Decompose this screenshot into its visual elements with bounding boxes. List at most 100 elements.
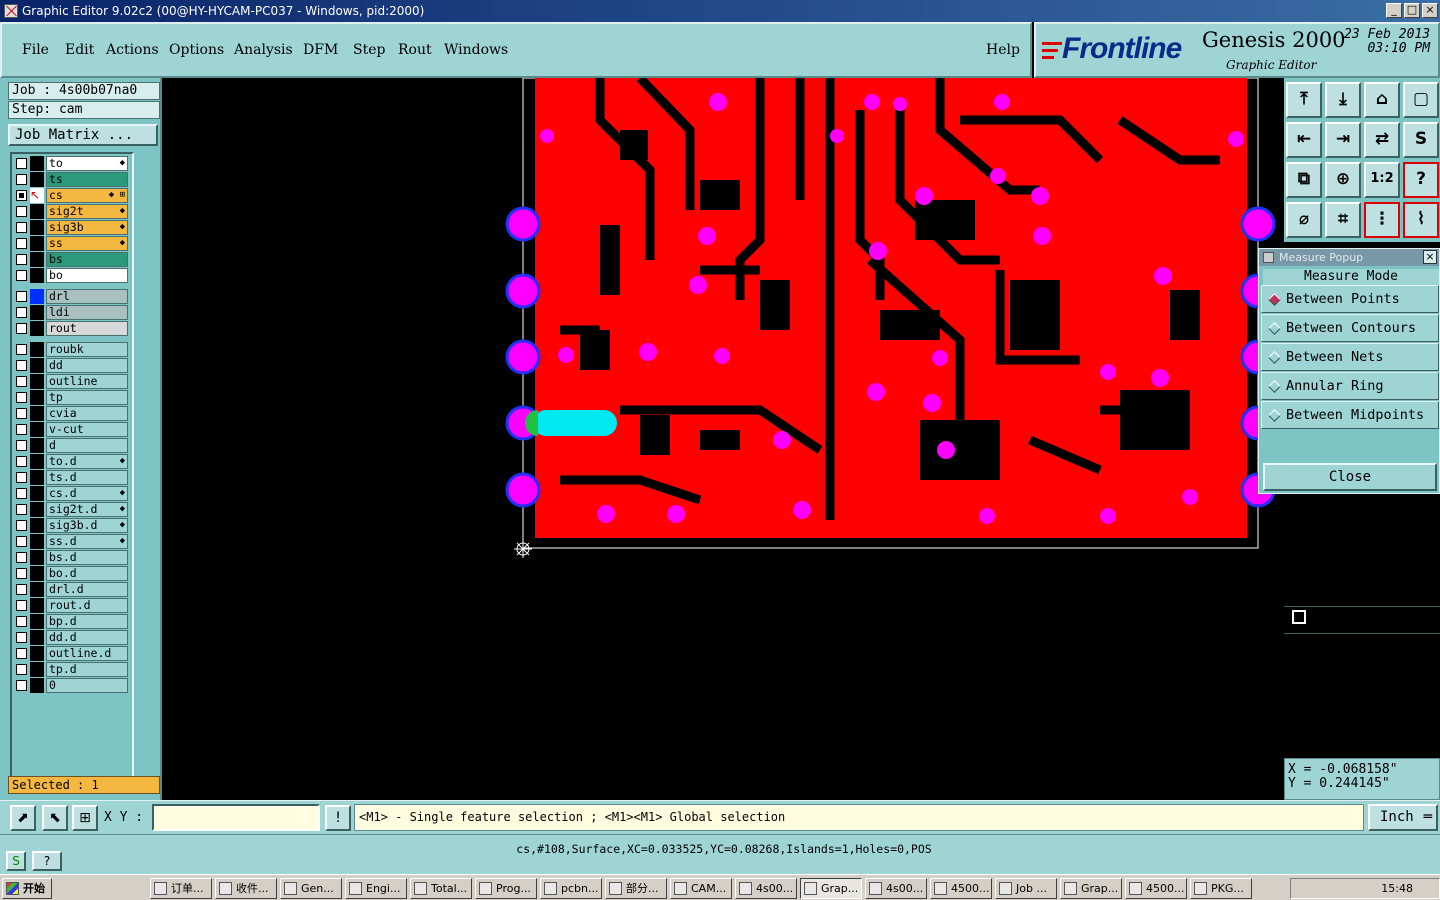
layer-row[interactable]: bp.d [12,614,130,629]
layer-row[interactable]: rout.d [12,598,130,613]
layer-checkbox[interactable] [16,206,27,217]
layer-row[interactable]: cs.d ◆ [12,486,130,501]
layer-indicator[interactable] [30,438,44,453]
menu-windows[interactable]: Windows [444,42,508,58]
taskbar-item[interactable]: 4s00... [865,878,927,899]
layer-name[interactable]: dd.d [46,630,128,645]
layer-name[interactable]: bo [46,268,128,283]
taskbar-item[interactable]: Gen... [280,878,342,899]
layer-indicator[interactable] [30,289,44,304]
taskbar-item[interactable]: Grap... [1060,878,1122,899]
layer-indicator[interactable] [30,630,44,645]
layer-indicator[interactable] [30,534,44,549]
layer-row[interactable]: cvia [12,406,130,421]
layer-name[interactable]: to.d ◆ [46,454,128,469]
grid-snap-icon[interactable]: ⊞ [72,805,98,831]
layer-checkbox[interactable] [16,158,27,169]
taskbar-item[interactable]: Total... [410,878,472,899]
script-icon[interactable]: S [6,851,26,871]
layer-checkbox[interactable] [16,270,27,281]
taskbar-item[interactable]: 订单... [150,878,212,899]
taskbar-item[interactable]: Engi... [345,878,407,899]
menu-step[interactable]: Step [353,42,385,58]
layer-row[interactable]: tp [12,390,130,405]
measure-option[interactable]: Between Nets [1261,343,1439,371]
layer-checkbox[interactable] [16,520,27,531]
layer-name[interactable]: 0 [46,678,128,693]
taskbar-item[interactable]: CAM... [670,878,732,899]
layer-checkbox[interactable] [16,632,27,643]
layer-indicator[interactable] [30,172,44,187]
menu-edit[interactable]: Edit [65,42,94,58]
layer-row[interactable]: ts [12,172,130,187]
menu-rout[interactable]: Rout [398,42,432,58]
layer-indicator[interactable] [30,220,44,235]
measure-snap-icon[interactable]: ⬉ [42,805,68,831]
layer-row[interactable]: ts.d [12,470,130,485]
window-title-bar[interactable]: Graphic Editor 9.02c2 (00@HY-HYCAM-PC037… [0,0,1440,22]
layer-indicator[interactable] [30,550,44,565]
layer-row[interactable]: v-cut [12,422,130,437]
layer-indicator[interactable] [30,342,44,357]
step-up-icon[interactable]: ⤒ [1286,82,1322,118]
layer-row[interactable]: drl.d [12,582,130,597]
layer-indicator[interactable] [30,236,44,251]
alert-icon[interactable]: ! [325,805,351,831]
layer-row[interactable]: to ◆ [12,156,130,171]
layer-indicator[interactable] [30,518,44,533]
layer-name[interactable]: rout.d [46,598,128,613]
popup-close-icon[interactable]: × [1423,250,1437,264]
selected-feature[interactable] [533,410,617,436]
layer-row[interactable]: bo [12,268,130,283]
layer-checkbox[interactable] [16,600,27,611]
layer-checkbox[interactable] [16,504,27,515]
flip-icon[interactable]: ⇄ [1364,122,1400,158]
layer-indicator[interactable] [30,582,44,597]
net-icon[interactable]: ⋮ [1364,202,1400,238]
close-window-button[interactable]: × [1422,3,1438,18]
layer-indicator[interactable] [30,390,44,405]
graphic-canvas[interactable] [162,78,1284,800]
radio-diamond-icon[interactable] [1268,409,1281,422]
layer-row[interactable]: 0 [12,678,130,693]
menu-actions[interactable]: Actions [106,42,159,58]
layer-name[interactable]: sig2t ◆ [46,204,128,219]
layer-checkbox[interactable] [16,291,27,302]
layer-indicator[interactable] [30,614,44,629]
measure-option[interactable]: Annular Ring [1261,372,1439,400]
layer-checkbox[interactable] [16,376,27,387]
layer-indicator[interactable] [30,406,44,421]
layer-indicator[interactable] [30,321,44,336]
layer-checkbox[interactable] [16,174,27,185]
menu-analysis[interactable]: Analysis [234,42,293,58]
taskbar-item[interactable]: pcbn... [540,878,602,899]
layer-indicator[interactable] [30,486,44,501]
layer-name[interactable]: sig3b ◆ [46,220,128,235]
layer-checkbox[interactable] [16,392,27,403]
layer-checkbox[interactable] [16,222,27,233]
menu-file[interactable]: File [22,42,49,58]
taskbar-item[interactable]: Grap... [800,878,862,899]
layer-indicator[interactable] [30,662,44,677]
layer-row[interactable]: sig2t.d ◆ [12,502,130,517]
taskbar-item[interactable]: Job ... [995,878,1057,899]
layer-row[interactable]: sig3b ◆ [12,220,130,235]
layer-name[interactable]: sig2t.d ◆ [46,502,128,517]
xy-input[interactable] [152,804,320,831]
layer-row[interactable]: outline [12,374,130,389]
layer-checkbox[interactable] [16,408,27,419]
layer-indicator[interactable] [30,454,44,469]
layer-row[interactable]: dd [12,358,130,373]
layer-name[interactable]: ts [46,172,128,187]
measure-option[interactable]: Between Contours [1261,314,1439,342]
layer-name[interactable]: outline [46,374,128,389]
layer-checkbox[interactable] [16,664,27,675]
layer-row[interactable]: sig2t ◆ [12,204,130,219]
taskbar-item[interactable]: 4s00... [735,878,797,899]
layer-checkbox[interactable] [16,568,27,579]
layer-indicator[interactable] [30,502,44,517]
measure-icon[interactable]: ⌀ [1286,202,1322,238]
radio-diamond-icon[interactable] [1268,380,1281,393]
layer-checkbox[interactable] [16,254,27,265]
layer-checkbox[interactable] [16,238,27,249]
